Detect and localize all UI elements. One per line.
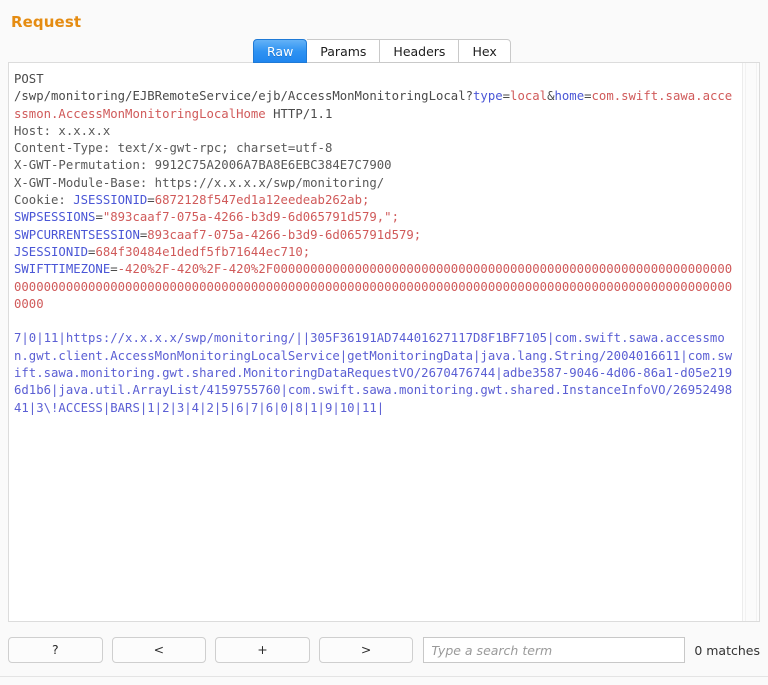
cookie-name-swifttimezone: SWIFTTIMEZONE	[14, 262, 111, 277]
view-tabs: Raw Params Headers Hex	[253, 39, 511, 63]
vertical-scrollbar[interactable]	[742, 63, 759, 621]
blank-separator-line	[14, 313, 737, 330]
tab-raw[interactable]: Raw	[253, 39, 308, 63]
header-value-host: x.x.x.x	[58, 123, 111, 138]
header-value-content-type: text/x-gwt-rpc; charset=utf-8	[117, 141, 333, 156]
previous-match-button[interactable]: <	[111, 637, 207, 663]
header-name-content-type: Content-Type:	[14, 141, 118, 156]
add-button[interactable]: +	[215, 637, 310, 663]
scrollbar-track[interactable]	[745, 63, 757, 621]
query-param-value-type: local	[510, 89, 548, 104]
request-body: 7|0|11|https://x.x.x.x/swp/monitoring/||…	[14, 331, 733, 415]
cookie-eq-2: =	[95, 210, 103, 225]
search-toolbar: ? < + > 0 matches	[8, 630, 760, 670]
next-match-button[interactable]: >	[318, 637, 414, 663]
page-title: Request	[11, 13, 82, 31]
header-value-gwt-module-base: https://x.x.x.x/swp/monitoring/	[154, 175, 385, 190]
http-version: HTTP/1.1	[265, 106, 333, 121]
cookie-value-swifttimezone: -420%2F-420%2F-420%2F0000000000000000000…	[14, 262, 733, 311]
cookie-name-swpcurrentsession: SWPCURRENTSESSION	[14, 227, 140, 242]
raw-message-text[interactable]: POST /swp/monitoring/EJBRemoteService/ej…	[9, 63, 742, 621]
cookie-value-swpcurrentsession: 893caaf7-075a-4266-b3d9-6d065791d579;	[147, 227, 422, 242]
cookie-eq-5: =	[110, 262, 118, 277]
query-param-name-type: type	[473, 89, 503, 104]
help-button[interactable]: ?	[8, 637, 103, 663]
cookie-name-jsessionid-1: JSESSIONID	[73, 193, 148, 208]
cookie-name-jsessionid-2: JSESSIONID	[14, 244, 89, 259]
cookie-value-swpsessions: "893caaf7-075a-4266-b3d9-6d065791d579,";	[102, 210, 399, 225]
cookie-eq-1: =	[147, 193, 155, 208]
tab-params[interactable]: Params	[307, 39, 380, 63]
raw-message-viewer[interactable]: POST /swp/monitoring/EJBRemoteService/ej…	[8, 62, 760, 622]
header-name-cookie: Cookie:	[14, 193, 74, 208]
search-input[interactable]	[423, 637, 686, 663]
http-message: POST /swp/monitoring/EJBRemoteService/ej…	[14, 71, 737, 417]
query-eq-1: =	[502, 89, 511, 104]
header-name-gwt-module-base: X-GWT-Module-Base:	[14, 175, 155, 190]
request-method: POST	[14, 72, 44, 86]
header-name-gwt-permutation: X-GWT-Permutation:	[14, 158, 155, 173]
cookie-value-jsessionid-2: 684f30484e1dedf5fb71644ec710;	[95, 244, 311, 259]
cookie-name-swpsessions: SWPSESSIONS	[14, 210, 96, 225]
cookie-value-jsessionid-1: 6872128f547ed1a12eedeab262ab;	[154, 193, 370, 208]
request-path: /swp/monitoring/EJBRemoteService/ejb/Acc…	[14, 89, 474, 104]
query-eq-2: =	[584, 89, 592, 104]
header-value-gwt-permutation: 9912C75A2006A7BA8E6EBC384E7C7900	[154, 158, 392, 173]
tab-hex[interactable]: Hex	[458, 39, 511, 63]
query-param-name-home: home	[554, 89, 585, 104]
tab-headers[interactable]: Headers	[379, 39, 459, 63]
match-count-label: 0 matches	[694, 642, 760, 658]
header-name-host: Host:	[14, 123, 59, 138]
footer-divider	[0, 676, 768, 677]
request-panel: Request Raw Params Headers Hex POST /swp…	[0, 0, 768, 685]
